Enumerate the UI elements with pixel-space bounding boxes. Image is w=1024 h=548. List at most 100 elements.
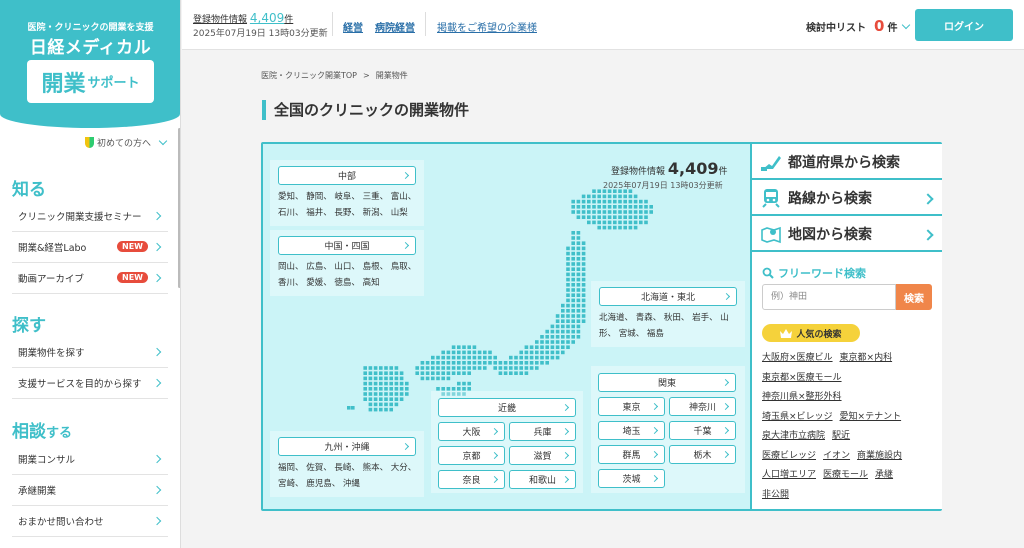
search-by-map[interactable]: 地図から検索	[752, 218, 942, 252]
popular-link[interactable]: 駅近	[832, 431, 850, 441]
nav-link-hospital-management[interactable]: 病院経営	[375, 19, 415, 34]
region-title-chubu[interactable]: 中部	[278, 166, 416, 185]
map-dot	[613, 210, 617, 214]
popular-link[interactable]: 愛知×テナント	[840, 412, 902, 422]
map-dot	[576, 262, 581, 266]
section-heading-know: 知る	[12, 180, 46, 200]
sidebar-item-properties[interactable]: 開業物件を探す	[12, 337, 168, 368]
map-dot	[566, 267, 570, 271]
pref-button-wakayama[interactable]: 和歌山	[509, 470, 576, 489]
map-dot	[384, 387, 388, 391]
map-dot	[524, 366, 529, 370]
region-title-hokkaido[interactable]: 北海道・東北	[599, 287, 737, 306]
region-prefs-chubu[interactable]: 愛知、 静岡、 岐阜、 三重、 富山、 石川、 福井、 長野、 新潟、 山梨	[278, 189, 416, 221]
logo-main: 開業	[41, 71, 86, 97]
map-dot	[368, 371, 373, 375]
sidebar-scrollbar[interactable]	[178, 128, 180, 288]
map-dot	[462, 366, 466, 370]
popular-link[interactable]: 商業施設内	[857, 451, 902, 461]
pref-button-nara[interactable]: 奈良	[438, 470, 505, 489]
site-logo[interactable]: 医院・クリニックの開業を支援 日経メディカル 開業 サポート	[0, 0, 180, 128]
map-dot	[618, 220, 622, 225]
map-dot	[503, 361, 508, 365]
header-property-count[interactable]: 登録物件情報 4,409件	[193, 11, 293, 25]
sidebar-item-succession[interactable]: 承継開業	[12, 475, 168, 506]
pref-button-chiba[interactable]: 千葉	[669, 421, 736, 440]
map-dot	[628, 194, 633, 199]
pref-button-hyogo[interactable]: 兵庫	[509, 422, 576, 441]
freeword-search-button[interactable]: 検索	[896, 284, 932, 310]
map-dot	[514, 371, 518, 375]
nav-link-management[interactable]: 経営	[343, 19, 363, 34]
pref-button-tochigi[interactable]: 栃木	[669, 445, 736, 464]
sidebar-item-inquiry[interactable]: おまかせ問い合わせ	[12, 506, 168, 537]
pref-button-ibaraki[interactable]: 茨城	[598, 469, 665, 488]
map-dot	[503, 371, 508, 375]
sidebar-item-labo[interactable]: 開業&経営Labo NEW	[12, 232, 168, 263]
map-dot	[623, 194, 627, 199]
sidebar-item-label: 開業物件を探す	[18, 348, 85, 359]
map-dot	[389, 376, 393, 381]
popular-link[interactable]: 大阪府×医療ビル	[762, 353, 833, 363]
popular-link[interactable]: 医療モール	[823, 470, 868, 480]
map-dot	[373, 381, 378, 386]
popular-link[interactable]: 神奈川県×整形外科	[762, 392, 842, 402]
breadcrumb: 医院・クリニック開業TOP > 開業物件	[261, 71, 408, 80]
sidebar-item-seminar[interactable]: クリニック開業支援セミナー	[12, 201, 168, 232]
map-dot	[441, 371, 445, 375]
popular-link[interactable]: 泉大津市立病院	[762, 431, 825, 441]
pref-button-saitama[interactable]: 埼玉	[598, 421, 665, 440]
map-dot	[472, 366, 477, 370]
map-dot	[509, 366, 513, 370]
popular-link[interactable]: 非公開	[762, 490, 789, 500]
map-dot	[477, 361, 482, 365]
pref-button-kyoto[interactable]: 京都	[438, 446, 505, 465]
pref-button-shiga[interactable]: 滋賀	[509, 446, 576, 465]
map-dot	[555, 329, 560, 334]
pref-button-tokyo[interactable]: 東京	[598, 397, 665, 416]
search-by-prefecture[interactable]: 都道府県から検索	[752, 146, 942, 180]
pref-button-gunma[interactable]: 群馬	[598, 445, 665, 464]
popular-link[interactable]: イオン	[823, 451, 850, 461]
popular-link[interactable]: 医療ビレッジ	[762, 451, 816, 461]
map-dot	[571, 262, 575, 266]
map-dot	[399, 397, 404, 401]
popular-link[interactable]: 東京都×医療モール	[762, 373, 842, 383]
map-dot	[566, 257, 570, 261]
sidebar-item-services[interactable]: 支援サービスを目的から探す	[12, 368, 168, 399]
map-dot	[566, 319, 570, 323]
region-title-kinki[interactable]: 近畿	[438, 398, 576, 417]
map-dot	[462, 361, 466, 365]
region-title-chugoku[interactable]: 中国・四国	[278, 236, 416, 255]
popular-link[interactable]: 東京都×内科	[840, 353, 893, 363]
map-dot	[555, 345, 560, 349]
map-dot	[451, 366, 456, 370]
sidebar-item-video[interactable]: 動画アーカイブ NEW	[12, 263, 168, 294]
region-prefs-chugoku[interactable]: 岡山、 広島、 山口、 島根、 鳥取、 香川、 愛媛、 徳島、 高知	[278, 259, 416, 291]
map-dot	[618, 210, 622, 214]
map-dot	[519, 361, 523, 365]
region-prefs-hokkaido[interactable]: 北海道、 青森、 秋田、 岩手、 山形、 宮城、 福島	[599, 310, 729, 342]
pref-button-osaka[interactable]: 大阪	[438, 422, 505, 441]
map-dot	[571, 319, 575, 323]
advertise-link[interactable]: 掲載をご希望の企業様	[437, 19, 537, 34]
map-dot	[425, 371, 430, 375]
watchlist[interactable]: 検討中リスト 0 件	[806, 17, 911, 35]
search-by-route[interactable]: 路線から検索	[752, 182, 942, 216]
popular-link[interactable]: 埼玉県×ビレッジ	[762, 412, 833, 422]
breadcrumb-top-link[interactable]: 医院・クリニック開業TOP	[261, 71, 357, 80]
popular-link[interactable]: 人口増エリア	[762, 470, 816, 480]
map-dot	[545, 329, 549, 334]
map-dot	[571, 257, 575, 261]
pref-button-kanagawa[interactable]: 神奈川	[669, 397, 736, 416]
sidebar-item-consult[interactable]: 開業コンサル	[12, 444, 168, 475]
popular-link[interactable]: 承継	[875, 470, 893, 480]
map-dot	[472, 345, 477, 349]
beginner-link[interactable]: 初めての方へ	[84, 136, 168, 149]
region-title-kanto[interactable]: 関東	[598, 373, 736, 392]
map-dot	[571, 236, 575, 240]
region-title-kyushu[interactable]: 九州・沖縄	[278, 437, 416, 456]
login-button[interactable]: ログイン	[915, 9, 1013, 41]
freeword-input[interactable]	[762, 284, 896, 310]
region-prefs-kyushu[interactable]: 福岡、 佐賀、 長崎、 熊本、 大分、 宮崎、 鹿児島、 沖縄	[278, 460, 416, 492]
